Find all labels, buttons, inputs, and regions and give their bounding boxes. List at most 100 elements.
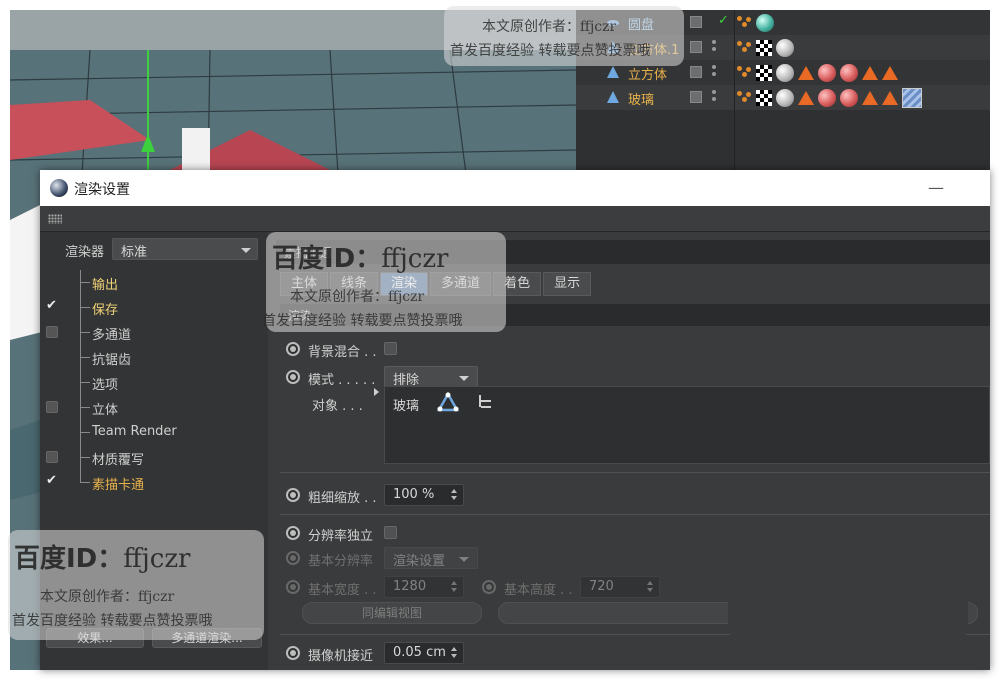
- material-tag-icon[interactable]: [776, 39, 794, 57]
- uv-tag-icon[interactable]: [756, 65, 772, 81]
- visibility-dots-icon[interactable]: [712, 65, 718, 79]
- background-blend-checkbox[interactable]: [384, 342, 397, 355]
- column-divider: [734, 10, 735, 175]
- material-tag-icon[interactable]: [818, 64, 836, 82]
- same-as-editor-button[interactable]: 同编辑视图: [302, 602, 482, 624]
- grip-icon[interactable]: [48, 214, 62, 224]
- object-name: 玻璃: [628, 93, 655, 108]
- material-tag-icon[interactable]: [818, 89, 836, 107]
- base-resolution-select[interactable]: 渲染设置: [384, 547, 478, 569]
- layer-icon[interactable]: [690, 91, 702, 103]
- minimize-icon[interactable]: —: [928, 180, 944, 196]
- keyframe-radio-icon[interactable]: [286, 342, 300, 356]
- object-row-disc[interactable]: 圆盘 ✓: [576, 10, 990, 35]
- tree-item[interactable]: 立体: [40, 395, 268, 420]
- selection-tag-icon[interactable]: [882, 66, 898, 80]
- base-width-field[interactable]: 1280: [384, 576, 464, 598]
- keyframe-radio-icon[interactable]: [286, 551, 300, 565]
- tab-2[interactable]: 渲染: [380, 272, 429, 296]
- spinner-icon[interactable]: [451, 581, 457, 593]
- visibility-dots-icon[interactable]: [712, 40, 718, 54]
- phong-tag-icon[interactable]: [736, 65, 752, 81]
- keyframe-radio-icon[interactable]: [286, 488, 300, 502]
- glass-material-tag-icon[interactable]: [902, 88, 922, 108]
- base-height-field[interactable]: 720: [580, 576, 660, 598]
- tab-5[interactable]: 显示: [543, 272, 592, 296]
- selection-tag-icon[interactable]: [862, 91, 878, 105]
- tree-item[interactable]: 抗锯齿: [40, 345, 268, 370]
- material-tag-icon[interactable]: [756, 14, 774, 32]
- tree-item[interactable]: 素描卡通: [40, 470, 268, 495]
- renderer-label: 渲染器: [65, 245, 105, 260]
- spinner-icon[interactable]: [451, 647, 457, 659]
- cube-icon: [607, 66, 619, 78]
- enable-checkbox[interactable]: [46, 326, 58, 338]
- selection-tag-icon[interactable]: [862, 66, 878, 80]
- layer-icon[interactable]: [690, 41, 702, 53]
- object-row-cube[interactable]: 立方体: [576, 60, 990, 85]
- tree-item[interactable]: 保存: [40, 295, 268, 320]
- object-name: 圆盘: [628, 18, 655, 33]
- resolution-independent-checkbox[interactable]: [384, 526, 397, 539]
- title-bar[interactable]: 渲染设置 —: [40, 170, 990, 206]
- tab-3[interactable]: 多通道: [430, 272, 492, 296]
- selection-tag-icon[interactable]: [798, 66, 814, 80]
- object-row-cube-1[interactable]: 立方体.1: [576, 35, 990, 60]
- selection-tag-icon[interactable]: [798, 91, 814, 105]
- material-tag-icon[interactable]: [776, 89, 794, 107]
- enable-checkbox[interactable]: [46, 473, 58, 488]
- triangle-object-icon: [607, 91, 619, 103]
- cinema4d-app-icon: [50, 179, 68, 197]
- object-entry-name[interactable]: 玻璃: [393, 395, 419, 414]
- multipass-render-button[interactable]: 多通道渲染...: [152, 628, 262, 648]
- spinner-icon[interactable]: [647, 581, 653, 593]
- keyframe-radio-icon[interactable]: [286, 580, 300, 594]
- material-tag-icon[interactable]: [840, 64, 858, 82]
- hierarchy-icon[interactable]: [477, 395, 493, 409]
- renderer-select[interactable]: 标准: [112, 238, 258, 260]
- tab-4[interactable]: 着色: [493, 272, 542, 296]
- tab-0[interactable]: 主体: [280, 272, 329, 296]
- tree-item[interactable]: 多通道: [40, 320, 268, 345]
- phong-tag-icon[interactable]: [736, 15, 752, 31]
- keyframe-radio-icon[interactable]: [286, 370, 300, 384]
- thickness-scale-field[interactable]: 100 %: [384, 484, 464, 506]
- keyframe-radio-icon[interactable]: [286, 646, 300, 660]
- keyframe-radio-icon[interactable]: [286, 526, 300, 540]
- material-tag-icon[interactable]: [776, 64, 794, 82]
- enable-checkbox[interactable]: [46, 401, 58, 413]
- keyframe-radio-icon[interactable]: [482, 580, 496, 594]
- enable-checkbox[interactable]: [46, 451, 58, 463]
- mode-select[interactable]: 排除: [384, 366, 478, 388]
- layer-icon[interactable]: [690, 16, 702, 28]
- tree-item[interactable]: 选项: [40, 370, 268, 395]
- check-icon[interactable]: ✓: [718, 13, 729, 28]
- selection-tag-icon[interactable]: [882, 91, 898, 105]
- object-manager-empty-area[interactable]: [576, 110, 990, 175]
- effects-button[interactable]: 效果...: [46, 628, 144, 648]
- layer-icon[interactable]: [690, 66, 702, 78]
- tree-item-label: 材质覆写: [92, 453, 145, 468]
- tree-connector: [80, 282, 90, 283]
- uv-tag-icon[interactable]: [756, 40, 772, 56]
- phong-tag-icon[interactable]: [736, 40, 752, 56]
- tree-item[interactable]: 材质覆写: [40, 445, 268, 470]
- material-tag-icon[interactable]: [840, 89, 858, 107]
- spinner-icon[interactable]: [451, 489, 457, 501]
- enable-checkbox[interactable]: [46, 298, 58, 313]
- tag-area: [736, 62, 898, 84]
- phong-tag-icon[interactable]: [736, 90, 752, 106]
- expand-arrow-icon[interactable]: [374, 388, 379, 396]
- object-row-glass[interactable]: 玻璃: [576, 85, 990, 110]
- tree-item[interactable]: 输出: [40, 270, 268, 295]
- tab-1[interactable]: 线条: [330, 272, 379, 296]
- base-resolution-value: 渲染设置: [393, 554, 446, 569]
- camera-near-field[interactable]: 0.05 cm: [384, 642, 464, 664]
- tree-item-label: 选项: [92, 378, 119, 393]
- tree-item[interactable]: Team Render: [40, 420, 268, 445]
- divider: [280, 472, 990, 473]
- uv-tag-icon[interactable]: [756, 90, 772, 106]
- tree-connector: [80, 307, 90, 308]
- visibility-dots-icon[interactable]: [712, 90, 718, 104]
- objects-list[interactable]: 玻璃: [384, 386, 990, 464]
